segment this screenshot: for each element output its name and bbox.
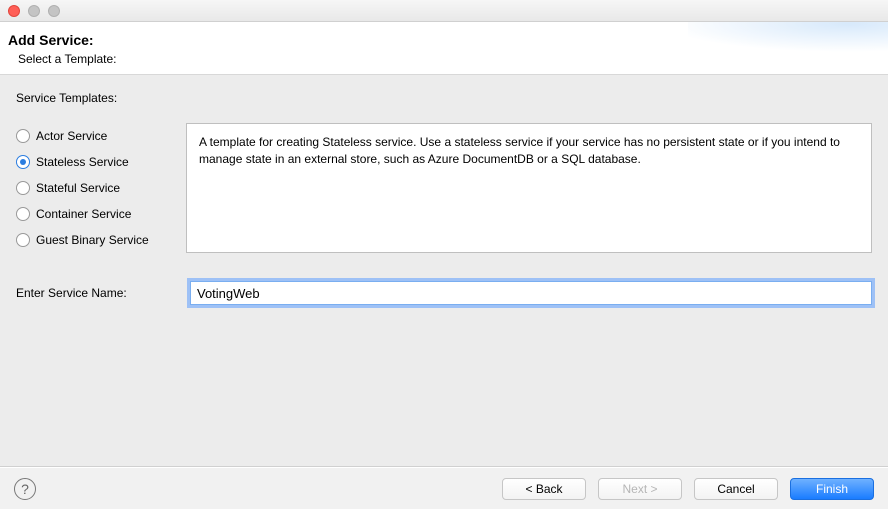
radio-label: Stateless Service (36, 155, 129, 169)
window-titlebar (0, 0, 888, 22)
radio-icon (16, 155, 30, 169)
template-description: A template for creating Stateless servic… (186, 123, 872, 253)
close-icon[interactable] (8, 5, 20, 17)
radio-guest-binary-service[interactable]: Guest Binary Service (16, 233, 176, 247)
radio-actor-service[interactable]: Actor Service (16, 129, 176, 143)
service-name-row: Enter Service Name: (16, 281, 872, 305)
help-icon[interactable]: ? (14, 478, 36, 500)
radio-dot-icon (20, 159, 26, 165)
radio-stateful-service[interactable]: Stateful Service (16, 181, 176, 195)
service-name-input[interactable] (190, 281, 872, 305)
service-name-label: Enter Service Name: (16, 286, 176, 300)
radio-icon (16, 233, 30, 247)
radio-label: Container Service (36, 207, 131, 221)
button-bar: < Back Next > Cancel Finish (502, 478, 874, 500)
radio-label: Actor Service (36, 129, 107, 143)
radio-label: Guest Binary Service (36, 233, 149, 247)
next-button: Next > (598, 478, 682, 500)
template-radio-group: Actor Service Stateless Service Stateful… (16, 123, 176, 253)
section-label: Service Templates: (16, 91, 872, 105)
radio-stateless-service[interactable]: Stateless Service (16, 155, 176, 169)
radio-container-service[interactable]: Container Service (16, 207, 176, 221)
maximize-icon (48, 5, 60, 17)
radio-icon (16, 207, 30, 221)
dialog-content: Service Templates: Actor Service Statele… (0, 75, 888, 467)
radio-icon (16, 129, 30, 143)
minimize-icon (28, 5, 40, 17)
radio-label: Stateful Service (36, 181, 120, 195)
template-row: Actor Service Stateless Service Stateful… (16, 123, 872, 253)
dialog-header: Add Service: Select a Template: (0, 22, 888, 75)
back-button[interactable]: < Back (502, 478, 586, 500)
radio-icon (16, 181, 30, 195)
header-decoration (688, 22, 888, 68)
cancel-button[interactable]: Cancel (694, 478, 778, 500)
finish-button[interactable]: Finish (790, 478, 874, 500)
